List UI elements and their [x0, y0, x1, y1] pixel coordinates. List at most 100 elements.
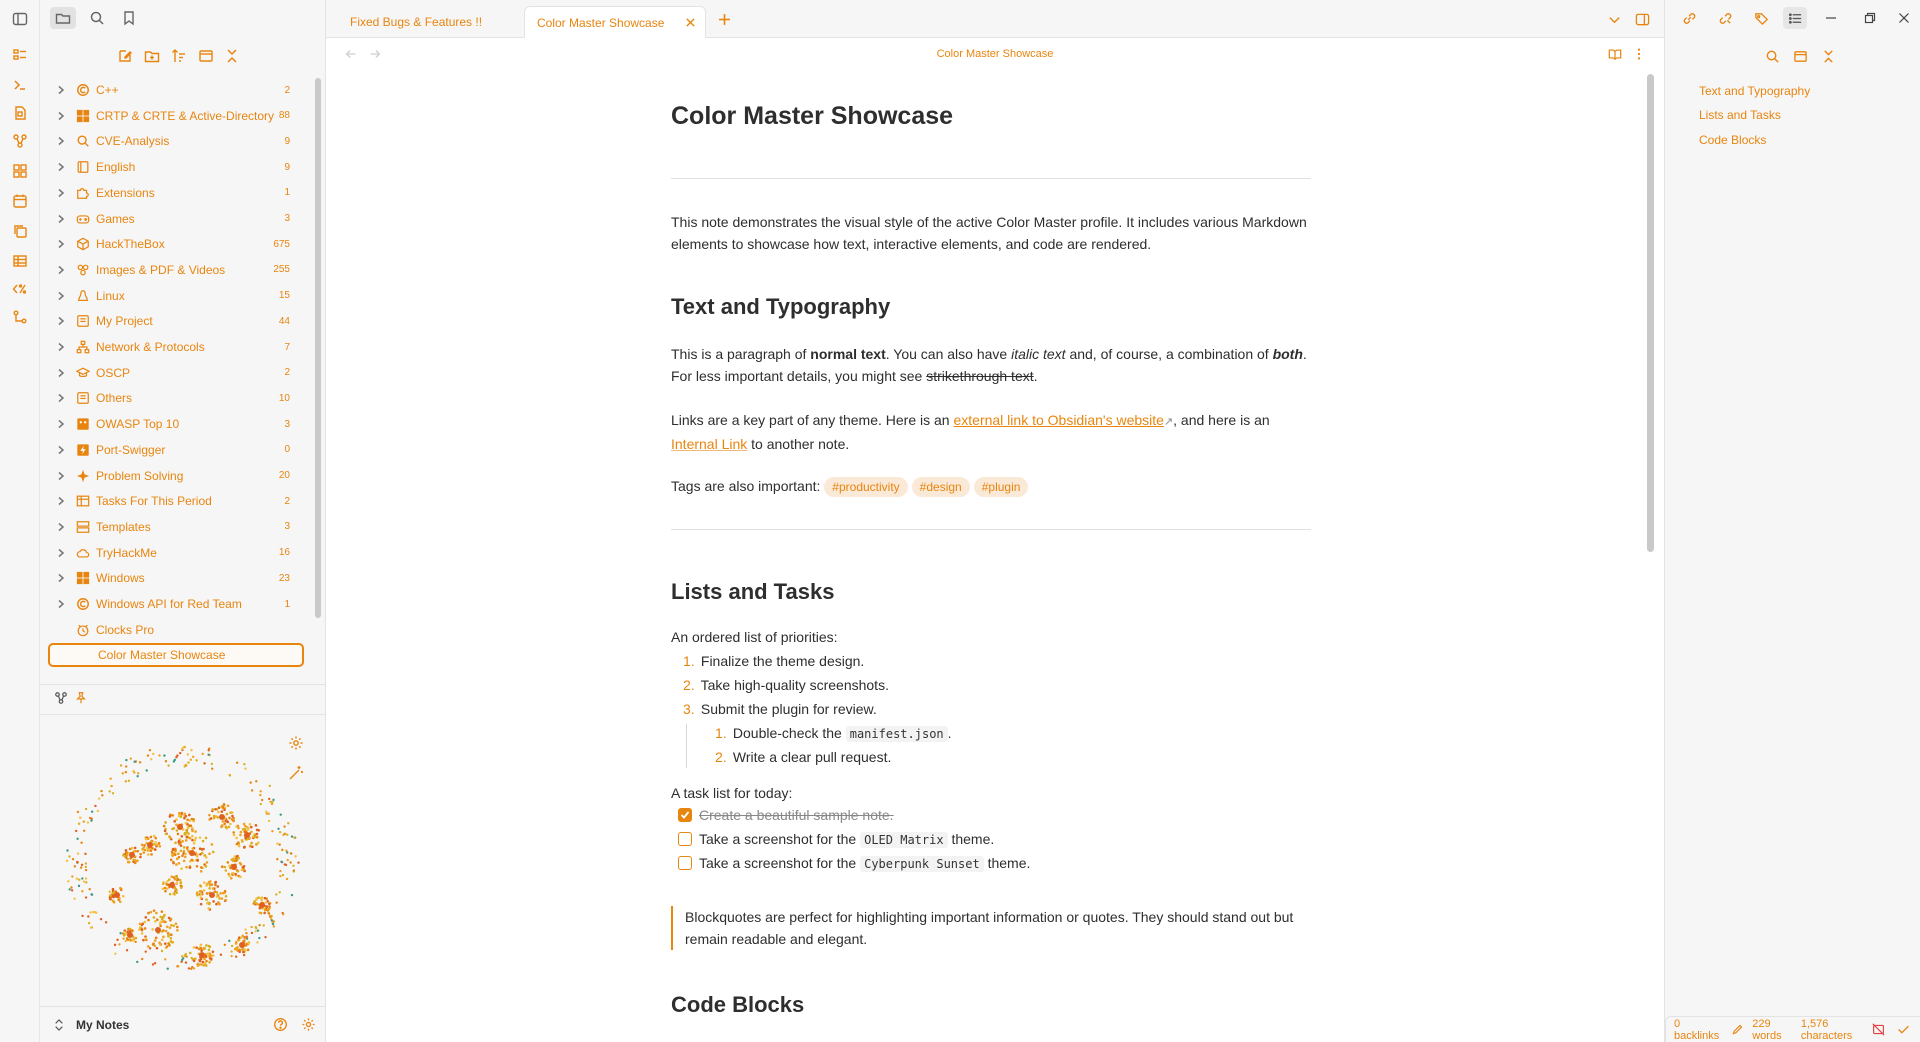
chevron-right-icon[interactable]: [56, 548, 70, 558]
chevron-right-icon[interactable]: [56, 393, 70, 403]
backlinks-tab-icon[interactable]: [1677, 7, 1701, 29]
folder-item[interactable]: Linux 15: [48, 284, 304, 308]
chevron-right-icon[interactable]: [56, 162, 70, 172]
chevron-right-icon[interactable]: [56, 522, 70, 532]
outline-auto-expand-icon[interactable]: [1789, 46, 1811, 66]
chevron-right-icon[interactable]: [56, 471, 70, 481]
editor-scrollbar[interactable]: [1647, 74, 1654, 552]
terminal-icon[interactable]: [9, 74, 31, 96]
view-title[interactable]: Color Master Showcase: [326, 48, 1664, 60]
chevron-right-icon[interactable]: [56, 445, 70, 455]
folder-item[interactable]: Port-Swigger 0: [48, 438, 304, 462]
tab-color-master-showcase[interactable]: Color Master Showcase: [524, 6, 706, 38]
close-tab-icon[interactable]: [683, 15, 697, 29]
chevron-right-icon[interactable]: [56, 136, 70, 146]
tag-productivity[interactable]: #productivity: [824, 477, 908, 497]
outline-item[interactable]: Lists and Tasks: [1699, 108, 1781, 122]
chevron-right-icon[interactable]: [56, 188, 70, 198]
new-folder-icon[interactable]: [140, 44, 164, 68]
check-icon[interactable]: [1897, 1023, 1910, 1037]
internal-link[interactable]: Internal Link: [671, 436, 747, 452]
percent-code-icon[interactable]: [9, 278, 31, 300]
outline-collapse-icon[interactable]: [1817, 46, 1839, 66]
tag-plugin[interactable]: #plugin: [973, 477, 1029, 497]
chevron-right-icon[interactable]: [56, 214, 70, 224]
reading-view-icon[interactable]: [1606, 45, 1624, 63]
file-item-active[interactable]: Color Master Showcase: [48, 643, 304, 668]
outgoing-links-tab-icon[interactable]: [1713, 7, 1737, 29]
folder-item[interactable]: Windows 23: [48, 566, 304, 590]
outline-search-icon[interactable]: [1761, 46, 1783, 66]
calendar-icon[interactable]: [9, 190, 31, 212]
outline-item[interactable]: Code Blocks: [1699, 133, 1766, 147]
tag-design[interactable]: #design: [911, 477, 970, 497]
external-link[interactable]: external link to Obsidian's website: [953, 412, 1163, 428]
task-checkbox-checked[interactable]: [678, 808, 692, 822]
file-tree-scrollbar[interactable]: [315, 78, 321, 618]
chevron-right-icon[interactable]: [56, 419, 70, 429]
folder-item[interactable]: TryHackMe 16: [48, 541, 304, 565]
chevron-right-icon[interactable]: [56, 599, 70, 609]
bookmarks-tab-icon[interactable]: [116, 7, 142, 29]
outline-tab-icon[interactable]: [1783, 7, 1807, 29]
vault-name[interactable]: My Notes: [76, 1018, 270, 1032]
folder-item[interactable]: Images & PDF & Videos 255: [48, 258, 304, 282]
right-sidebar-toggle-icon[interactable]: [1632, 9, 1652, 29]
chevron-right-icon[interactable]: [56, 316, 70, 326]
canvas-icon[interactable]: [9, 160, 31, 182]
chevron-right-icon[interactable]: [56, 291, 70, 301]
new-tab-icon[interactable]: [714, 9, 734, 29]
search-tab-icon[interactable]: [84, 7, 110, 29]
folder-item[interactable]: English 9: [48, 155, 304, 179]
task-checkbox[interactable]: [678, 832, 692, 846]
chevron-right-icon[interactable]: [56, 573, 70, 583]
chevron-right-icon[interactable]: [56, 85, 70, 95]
folder-item[interactable]: Extensions 1: [48, 181, 304, 205]
outline-item[interactable]: Text and Typography: [1699, 84, 1810, 98]
git-icon[interactable]: [9, 306, 31, 328]
file-item[interactable]: Clocks Pro: [48, 618, 304, 642]
settings-icon[interactable]: [298, 1015, 318, 1035]
chevron-right-icon[interactable]: [56, 342, 70, 352]
local-graph-view[interactable]: [40, 714, 326, 1010]
folder-item[interactable]: Network & Protocols 7: [48, 335, 304, 359]
templates-icon[interactable]: [9, 102, 31, 124]
quick-switcher-icon[interactable]: [9, 44, 31, 66]
table-icon[interactable]: [9, 250, 31, 272]
chevron-right-icon[interactable]: [56, 239, 70, 249]
folder-item[interactable]: HackTheBox 675: [48, 232, 304, 256]
sync-off-icon[interactable]: [1872, 1023, 1885, 1037]
folder-item[interactable]: Problem Solving 20: [48, 464, 304, 488]
sidebar-toggle-icon[interactable]: [9, 8, 31, 30]
restore-icon[interactable]: [1857, 7, 1883, 29]
chevron-right-icon[interactable]: [56, 111, 70, 121]
chevron-right-icon[interactable]: [56, 265, 70, 275]
folder-item[interactable]: OSCP 2: [48, 361, 304, 385]
pin-icon[interactable]: [72, 689, 90, 707]
folder-item[interactable]: C++ 2: [48, 78, 304, 102]
folder-item[interactable]: Tasks For This Period 2: [48, 489, 304, 513]
folder-item[interactable]: Others 10: [48, 386, 304, 410]
tags-tab-icon[interactable]: [1749, 7, 1773, 29]
task-checkbox[interactable]: [678, 856, 692, 870]
more-options-icon[interactable]: [1630, 45, 1648, 63]
backlinks-count[interactable]: 0 backlinks: [1674, 1018, 1719, 1042]
edit-mode-icon[interactable]: [1731, 1023, 1744, 1037]
tab-fixed-bugs[interactable]: Fixed Bugs & Features !!: [338, 6, 528, 38]
folder-item[interactable]: OWASP Top 10 3: [48, 412, 304, 436]
chevron-right-icon[interactable]: [56, 368, 70, 378]
tab-list-chevron-icon[interactable]: [1604, 9, 1624, 29]
new-note-icon[interactable]: [113, 44, 137, 68]
vault-switch-icon[interactable]: [54, 1018, 66, 1032]
graph-tab-icon[interactable]: [52, 689, 70, 707]
folder-item[interactable]: Games 3: [48, 207, 304, 231]
collapse-all-icon[interactable]: [220, 44, 244, 68]
folder-item[interactable]: CRTP & CRTE & Active-Directory 88: [48, 104, 304, 128]
graph-canvas[interactable]: [62, 735, 302, 985]
help-icon[interactable]: [270, 1015, 290, 1035]
minimize-icon[interactable]: [1818, 7, 1844, 29]
folder-item[interactable]: My Project 44: [48, 309, 304, 333]
close-window-icon[interactable]: [1891, 7, 1917, 29]
files-tab-icon[interactable]: [50, 7, 76, 29]
folder-item[interactable]: CVE-Analysis 9: [48, 129, 304, 153]
